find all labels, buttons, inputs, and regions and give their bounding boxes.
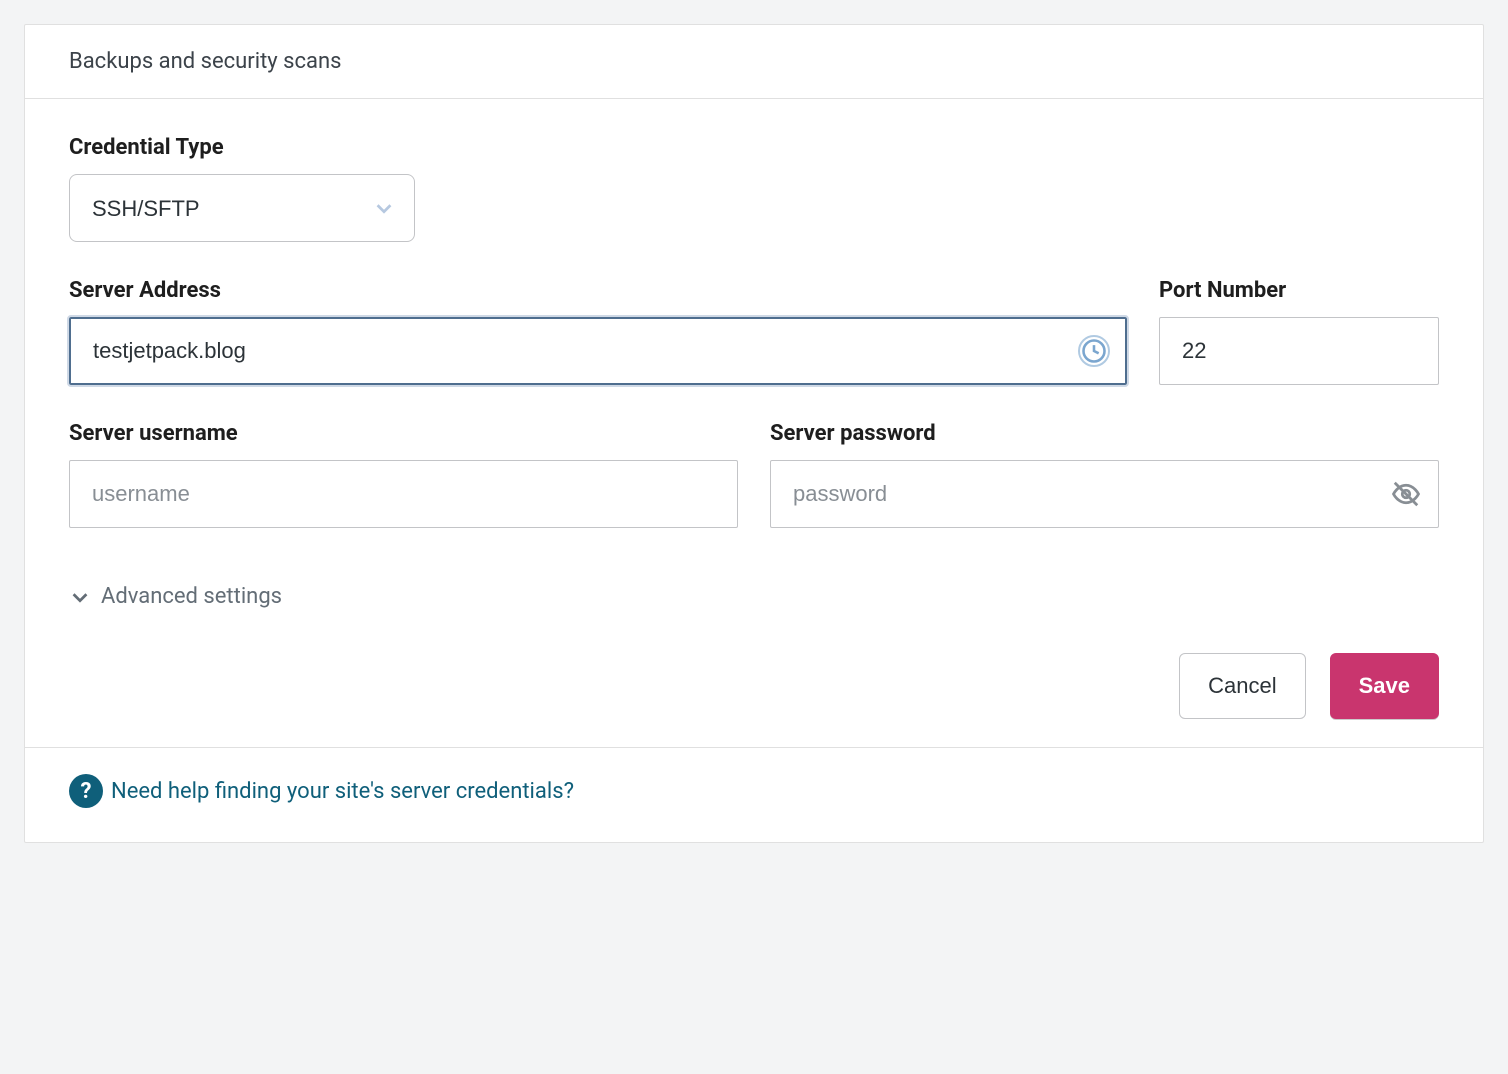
server-address-field: Server Address: [69, 278, 1127, 385]
toggle-password-visibility[interactable]: [1391, 479, 1421, 509]
cancel-button[interactable]: Cancel: [1179, 653, 1305, 719]
credential-type-select[interactable]: SSH/SFTP: [69, 174, 415, 242]
clock-ring: [1078, 335, 1110, 367]
server-username-input[interactable]: [69, 460, 738, 528]
card-header: Backups and security scans: [25, 25, 1483, 99]
server-port-row: Server Address Port Number: [69, 278, 1439, 385]
card-title: Backups and security scans: [69, 49, 342, 74]
port-number-input[interactable]: [1159, 317, 1439, 385]
server-password-label: Server password: [770, 421, 1439, 446]
save-button[interactable]: Save: [1330, 653, 1439, 719]
chevron-down-icon: [69, 586, 91, 608]
server-password-input[interactable]: [770, 460, 1439, 528]
credential-type-field: Credential Type SSH/SFTP: [69, 135, 1439, 242]
credential-type-label: Credential Type: [69, 135, 1439, 160]
card-body: Credential Type SSH/SFTP Server Address: [25, 99, 1483, 747]
server-address-input[interactable]: [69, 317, 1127, 385]
help-link-text: Need help finding your site's server cre…: [111, 779, 574, 804]
credential-type-select-wrap: SSH/SFTP: [69, 174, 415, 242]
form-actions: Cancel Save: [69, 653, 1439, 719]
eye-off-icon: [1391, 477, 1421, 511]
server-address-input-wrap: [69, 317, 1127, 385]
port-number-label: Port Number: [1159, 278, 1439, 303]
card-footer: ? Need help finding your site's server c…: [25, 747, 1483, 842]
help-link[interactable]: ? Need help finding your site's server c…: [69, 774, 574, 808]
credentials-card: Backups and security scans Credential Ty…: [24, 24, 1484, 843]
server-password-input-wrap: [770, 460, 1439, 528]
server-username-label: Server username: [69, 421, 738, 446]
advanced-settings-label: Advanced settings: [101, 584, 282, 609]
help-icon: ?: [69, 774, 103, 808]
server-username-field: Server username: [69, 421, 738, 528]
advanced-settings-toggle[interactable]: Advanced settings: [69, 584, 282, 609]
port-number-field: Port Number: [1159, 278, 1439, 385]
username-password-row: Server username Server password: [69, 421, 1439, 528]
history-icon-wrap[interactable]: [1079, 336, 1109, 366]
server-password-field: Server password: [770, 421, 1439, 528]
server-address-label: Server Address: [69, 278, 1127, 303]
